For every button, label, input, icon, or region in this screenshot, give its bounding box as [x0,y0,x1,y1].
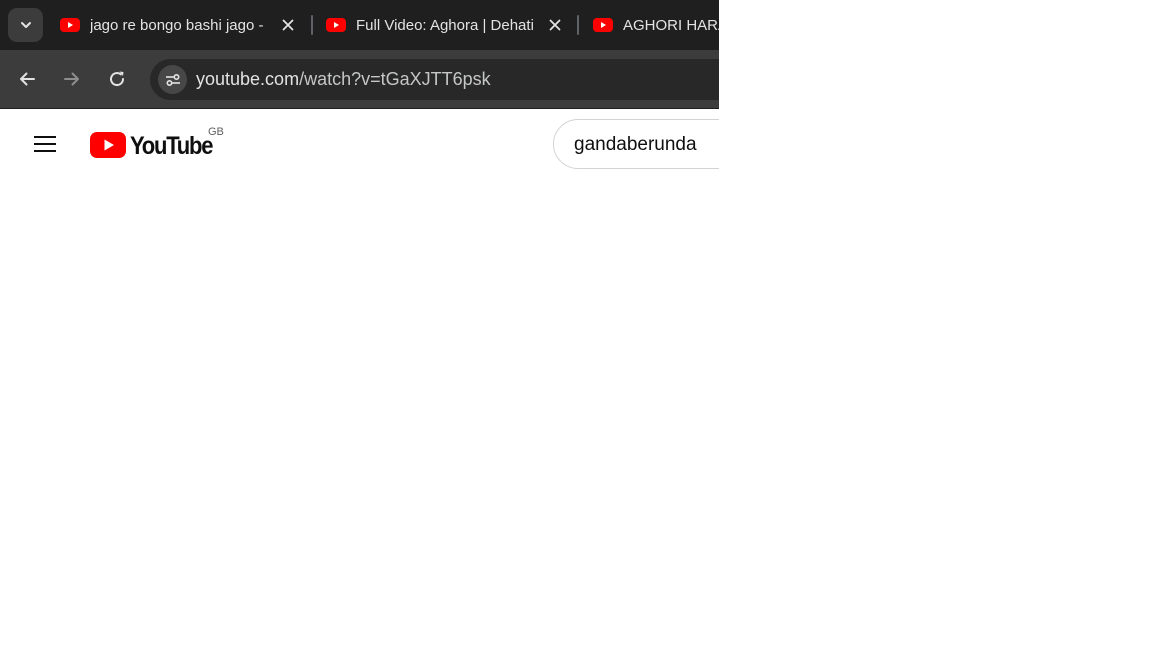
logo-wordmark: YouTube [130,132,213,160]
region-code: GB [208,126,224,138]
url-path: /watch?v=tGaXJTT6psk [299,69,491,89]
youtube-favicon-icon [60,18,80,32]
arrow-left-icon [20,72,35,86]
url-domain: youtube.com [196,69,300,89]
tab-search-button[interactable] [8,8,43,42]
browser-tab[interactable]: AGHORI HARA [593,0,719,50]
youtube-logo[interactable]: YouTube [90,131,213,160]
youtube-favicon-icon [593,18,613,32]
toolbar-divider [0,108,719,109]
youtube-favicon-icon [326,18,346,32]
hamburger-menu-icon [34,136,56,152]
tab-title: Full Video: Aghora | Dehati [356,17,534,34]
chevron-down-icon [20,22,31,28]
close-tab-icon[interactable] [280,17,296,33]
browser-tab[interactable]: jago re bongo bashi jago - [60,0,305,50]
tab-separator [311,15,313,35]
browser-toolbar: youtube.com/watch?v=tGaXJTT6psk [0,50,719,108]
forward-button[interactable] [58,65,86,93]
url-text: youtube.com/watch?v=tGaXJTT6psk [196,69,491,90]
tab-separator [577,15,579,35]
youtube-logo-icon [90,132,126,158]
guide-menu-button[interactable] [25,124,65,164]
reload-icon [110,71,125,87]
tune-icon [165,73,180,86]
site-info-button[interactable] [158,65,187,94]
tab-title: AGHORI HARA [623,17,719,34]
reload-button[interactable] [103,65,131,93]
browser-window: jago re bongo bashi jago - Full Video: A… [0,0,719,650]
address-bar[interactable]: youtube.com/watch?v=tGaXJTT6psk [150,59,719,100]
arrow-right-icon [64,72,79,86]
search-input[interactable] [574,133,719,157]
search-box[interactable] [553,119,719,169]
tab-strip: jago re bongo bashi jago - Full Video: A… [0,0,719,50]
tab-title: jago re bongo bashi jago - [90,17,264,34]
close-tab-icon[interactable] [547,17,563,33]
browser-tab[interactable]: Full Video: Aghora | Dehati [326,0,571,50]
back-button[interactable] [13,65,41,93]
